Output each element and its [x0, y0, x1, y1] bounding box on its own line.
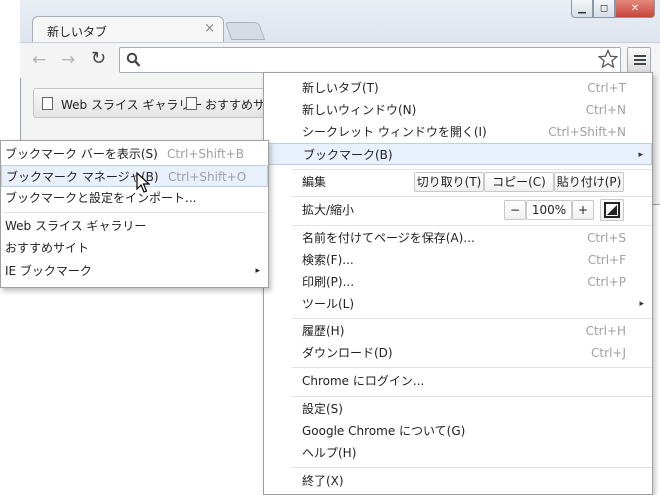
menu-item-downloads[interactable]: ダウンロード(D) Ctrl+J: [264, 342, 652, 364]
tab-title: 新しいタブ: [47, 25, 108, 39]
menu-item-bookmark-manager[interactable]: ブックマーク マネージャ(B) Ctrl+Shift+O: [1, 165, 268, 187]
copy-button[interactable]: コピー(C): [484, 172, 554, 192]
menu-item-exit[interactable]: 終了(X): [264, 470, 652, 492]
menu-item-print[interactable]: 印刷(P)... Ctrl+P: [264, 271, 652, 293]
page-icon: [42, 97, 53, 110]
submenu-arrow-icon: ▸: [255, 266, 260, 276]
menu-separator: [292, 367, 652, 368]
paste-button[interactable]: 貼り付け(P): [554, 172, 624, 192]
fullscreen-button[interactable]: [600, 199, 624, 221]
menu-item-bookmarks[interactable]: ブックマーク(B) ▸: [264, 143, 652, 165]
menu-separator: [292, 318, 652, 319]
back-arrow-icon[interactable]: ←: [32, 50, 46, 70]
zoom-level: 100%: [526, 200, 572, 220]
menu-item-web-slice-gallery[interactable]: Web スライス ギャラリー: [1, 215, 268, 237]
bookmarks-submenu: ブックマーク バーを表示(S) Ctrl+Shift+B ブックマーク マネージ…: [0, 140, 269, 288]
bookmark-item[interactable]: Web スライス ギャラリー: [42, 96, 202, 113]
menu-item-about[interactable]: Google Chrome について(G): [264, 420, 652, 442]
menu-separator: [292, 196, 652, 197]
zoom-out-button[interactable]: −: [504, 200, 526, 220]
new-tab-button[interactable]: [224, 22, 266, 40]
menu-separator: [3, 212, 266, 213]
menu-icon: [634, 55, 646, 57]
menu-separator: [292, 225, 652, 226]
zoom-in-button[interactable]: +: [572, 200, 594, 220]
submenu-arrow-icon: ▸: [638, 150, 643, 160]
menu-item-settings[interactable]: 設定(S): [264, 398, 652, 420]
menu-item-new-tab[interactable]: 新しいタブ(T) Ctrl+T: [264, 77, 652, 99]
menu-separator: [292, 169, 652, 170]
fullscreen-icon: [604, 202, 620, 218]
chrome-menu-button[interactable]: [627, 47, 651, 73]
menu-row-zoom: 拡大/縮小 − 100% +: [264, 199, 652, 221]
reload-icon[interactable]: ↻: [91, 48, 106, 69]
menu-item-save-page[interactable]: 名前を付けてページを保存(A)... Ctrl+S: [264, 227, 652, 249]
menu-separator: [292, 467, 652, 468]
menu-item-show-bookmarks-bar[interactable]: ブックマーク バーを表示(S) Ctrl+Shift+B: [1, 143, 268, 165]
star-icon[interactable]: [598, 49, 618, 69]
menu-item-help[interactable]: ヘルプ(H): [264, 442, 652, 464]
menu-item-import-bookmarks[interactable]: ブックマークと設定をインポート...: [1, 187, 268, 209]
menu-item-tools[interactable]: ツール(L) ▸: [264, 293, 652, 315]
menu-item-find[interactable]: 検索(F)... Ctrl+F: [264, 249, 652, 271]
minimize-button[interactable]: ▁: [571, 0, 593, 18]
bookmarks-bar: Web スライス ギャラリー おすすめサイ: [33, 88, 277, 118]
maximize-button[interactable]: ◻: [593, 0, 615, 18]
menu-item-ie-bookmarks[interactable]: IE ブックマーク ▸: [1, 260, 268, 282]
cut-button[interactable]: 切り取り(T): [414, 172, 484, 192]
menu-item-incognito[interactable]: シークレット ウィンドウを開く(I) Ctrl+Shift+N: [264, 121, 652, 143]
menu-item-signin[interactable]: Chrome にログイン...: [264, 370, 652, 392]
chrome-main-menu: 新しいタブ(T) Ctrl+T 新しいウィンドウ(N) Ctrl+N シークレッ…: [263, 72, 653, 495]
menu-row-edit: 編集 切り取り(T) コピー(C) 貼り付け(P): [264, 171, 652, 193]
menu-item-history[interactable]: 履歴(H) Ctrl+H: [264, 320, 652, 342]
search-icon: [126, 52, 141, 67]
close-window-button[interactable]: ✕: [615, 0, 655, 18]
tab-new-tab[interactable]: 新しいタブ ×: [32, 16, 224, 43]
page-icon: [186, 97, 197, 110]
forward-arrow-icon[interactable]: →: [61, 50, 75, 70]
menu-item-new-window[interactable]: 新しいウィンドウ(N) Ctrl+N: [264, 99, 652, 121]
menu-separator: [292, 396, 652, 397]
close-tab-icon[interactable]: ×: [204, 21, 215, 36]
menu-item-suggested-sites[interactable]: おすすめサイト: [1, 237, 268, 259]
mouse-cursor-icon: [136, 172, 150, 193]
submenu-arrow-icon: ▸: [639, 299, 644, 309]
omnibox-input[interactable]: [119, 47, 621, 73]
